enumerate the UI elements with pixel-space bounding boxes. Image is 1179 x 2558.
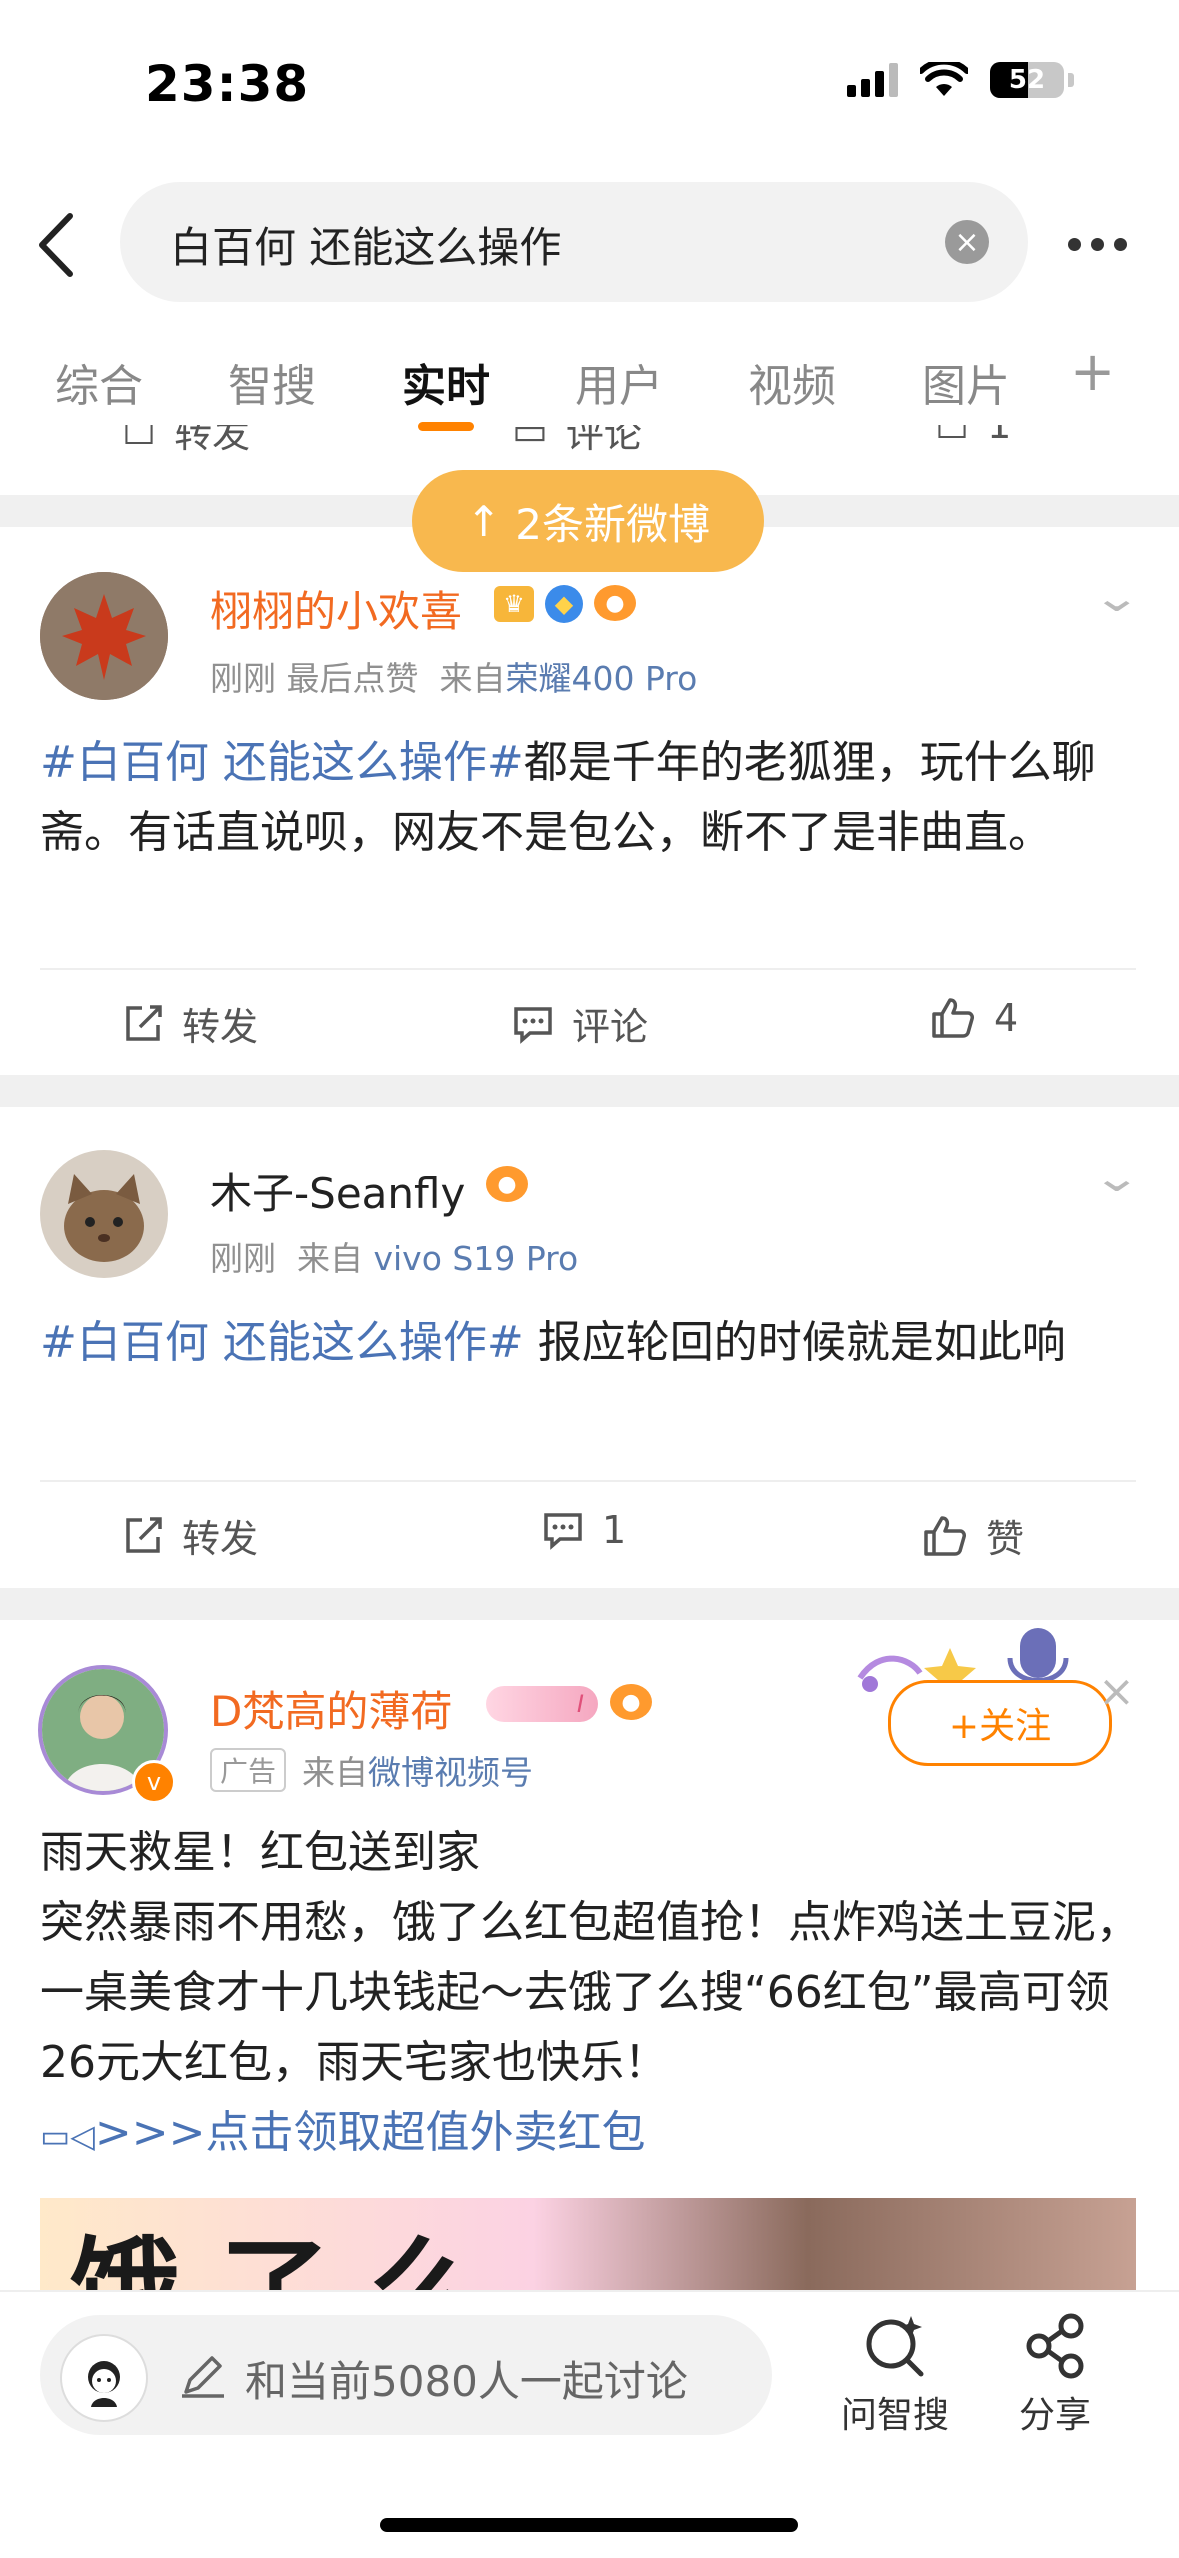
- tab-realtime[interactable]: 实时: [402, 350, 490, 414]
- post2-action-divider: [40, 1480, 1136, 1482]
- post1-avatar[interactable]: [40, 572, 168, 700]
- tab-video[interactable]: 视频: [748, 350, 836, 414]
- fish-badge-icon: ●: [486, 1166, 528, 1202]
- post2-comment-button[interactable]: 1: [542, 1508, 626, 1552]
- tab-comprehensive[interactable]: 综合: [55, 350, 143, 414]
- clear-search-button[interactable]: ×: [945, 220, 989, 264]
- tab-images[interactable]: 图片: [922, 350, 1010, 414]
- status-icons: 52: [847, 62, 1074, 98]
- post2-avatar[interactable]: [40, 1150, 168, 1278]
- ad-meta: 广告 来自微博视频号: [210, 1746, 533, 1794]
- prev-comment-button[interactable]: ▭ 评论: [512, 425, 642, 458]
- battery-icon: 52: [990, 62, 1064, 98]
- pencil-icon: [182, 2356, 224, 2398]
- add-tab-button[interactable]: +: [1070, 340, 1115, 403]
- back-button[interactable]: [28, 210, 88, 280]
- post2-like-button[interactable]: 赞: [922, 1508, 1024, 1563]
- ad-source[interactable]: 微博视频号: [368, 1753, 533, 1792]
- thumbs-up-icon: [924, 1515, 966, 1556]
- ad-label: 广告: [210, 1748, 287, 1792]
- thumbs-up-icon: ☐: [935, 425, 970, 447]
- section-divider: [0, 1588, 1179, 1620]
- post2-menu-chevron-icon[interactable]: ⌄: [1092, 1155, 1142, 1201]
- cartoon-avatar-icon: [88, 2361, 120, 2407]
- verified-shield-icon: ◆: [545, 585, 583, 623]
- repost-icon: [126, 1516, 162, 1553]
- post1-meta: 刚刚 最后点赞 来自荣耀400 Pro: [210, 659, 698, 698]
- prev-like-button[interactable]: ☐ 1: [935, 425, 1011, 447]
- share-icon: [1026, 2313, 1084, 2379]
- follow-button[interactable]: +关注: [888, 1680, 1112, 1766]
- fish-badge-icon: ●: [610, 1684, 652, 1720]
- ad-username[interactable]: D梵高的薄荷: [210, 1678, 452, 1739]
- fan-level-badge: I: [486, 1686, 598, 1722]
- post2-repost-button[interactable]: 转发: [122, 1508, 258, 1563]
- close-icon: ×: [954, 224, 980, 260]
- home-indicator[interactable]: [380, 2518, 798, 2532]
- crown-badge-icon: ♛: [494, 586, 534, 622]
- post2-username[interactable]: 木子-Seanfly: [210, 1160, 465, 1221]
- post2-source[interactable]: vivo S19 Pro: [373, 1239, 578, 1278]
- verified-v-icon: v: [132, 1760, 176, 1804]
- previous-post-actions: ☐ 转发 ▭ 评论 ☐ 1: [0, 425, 1179, 465]
- ad-content: 雨天救星！红包送到家 突然暴雨不用愁，饿了么红包超值抢！点炸鸡送土豆泥，一桌美食…: [40, 1818, 1140, 2171]
- ask-label: 问智搜: [840, 2395, 949, 2436]
- post1-action-divider: [40, 968, 1136, 970]
- comment-icon: ▭: [512, 425, 548, 453]
- more-options-button[interactable]: [1068, 238, 1127, 251]
- new-posts-pill[interactable]: ↑ 2条新微博: [412, 470, 764, 572]
- video-camera-icon: ▭◁: [40, 2117, 95, 2155]
- post1-source[interactable]: 荣耀400 Pro: [505, 659, 697, 698]
- prev-repost-button[interactable]: ☐ 转发: [122, 425, 250, 458]
- discussion-placeholder[interactable]: 和当前5080人一起讨论: [245, 2348, 688, 2409]
- share-button[interactable]: 分享: [1000, 2310, 1110, 2438]
- arrow-up-icon: ↑: [466, 496, 502, 546]
- ad-image-caption: 饿了么: [70, 2226, 520, 2290]
- battery-level: 52: [1008, 65, 1046, 95]
- smart-search-icon: [866, 2316, 924, 2377]
- battery-cap: [1068, 73, 1074, 87]
- comment-icon: [514, 1006, 552, 1044]
- chevron-left-icon: [39, 213, 73, 277]
- repost-icon: [126, 1004, 162, 1041]
- share-label: 分享: [1018, 2395, 1091, 2436]
- post2-content: #白百何 还能这么操作# 报应轮回的时候就是如此响: [40, 1317, 1066, 1368]
- cellular-signal-icon: [847, 63, 898, 97]
- user-avatar[interactable]: [60, 2334, 148, 2422]
- post2-meta: 刚刚 来自 vivo S19 Pro: [210, 1239, 579, 1278]
- thumbs-up-icon: [932, 998, 974, 1038]
- comment-icon: [544, 1513, 582, 1550]
- post1-topic[interactable]: #白百何 还能这么操作#: [40, 737, 524, 788]
- tab-smart-search[interactable]: 智搜: [228, 350, 316, 414]
- post1-comment-button[interactable]: 评论: [512, 996, 648, 1051]
- ask-smart-search-button[interactable]: 问智搜: [840, 2310, 950, 2438]
- search-query[interactable]: 白百何 还能这么操作: [170, 214, 561, 275]
- ad-headline: 雨天救星！红包送到家: [40, 1827, 480, 1878]
- post1-username[interactable]: 栩栩的小欢喜: [210, 578, 462, 639]
- status-time: 23:38: [145, 55, 310, 113]
- repost-icon: ☐: [122, 425, 157, 453]
- ad-body: 突然暴雨不用愁，饿了么红包超值抢！点炸鸡送土豆泥，一桌美食才十几块钱起～去饿了么…: [40, 1897, 1140, 2088]
- post1-menu-chevron-icon[interactable]: ⌄: [1092, 575, 1142, 621]
- wifi-icon: [920, 62, 968, 96]
- cat-avatar-icon: [40, 1150, 168, 1278]
- ad-link[interactable]: ▭◁>>>点击领取超值外卖红包: [40, 2098, 1140, 2171]
- fish-badge-icon: ●: [594, 585, 636, 621]
- post2-topic[interactable]: #白百何 还能这么操作#: [40, 1317, 524, 1368]
- section-divider: [0, 1075, 1179, 1107]
- post1-repost-button[interactable]: 转发: [122, 996, 258, 1051]
- maple-leaf-avatar-icon: [40, 572, 168, 700]
- post1-content: #白百何 还能这么操作#都是千年的老狐狸，玩什么聊斋。有话直说呗，网友不是包公，…: [40, 737, 1096, 858]
- post1-like-button[interactable]: 4: [930, 996, 1018, 1040]
- close-ad-icon[interactable]: ×: [1098, 1666, 1135, 1717]
- tab-users[interactable]: 用户: [575, 350, 663, 414]
